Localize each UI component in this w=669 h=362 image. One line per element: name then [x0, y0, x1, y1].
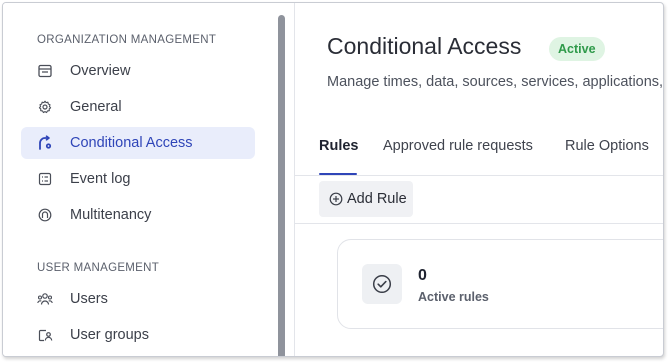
- app-window: ORGANIZATION MANAGEMENT Overview General…: [2, 2, 664, 357]
- sidebar-item-user-groups[interactable]: User groups: [21, 319, 255, 351]
- sidebar-item-label: Conditional Access: [70, 135, 193, 151]
- page-subtitle: Manage times, data, sources, services, a…: [327, 74, 664, 90]
- tab-rules[interactable]: Rules: [319, 138, 359, 154]
- sidebar-item-label: General: [70, 99, 122, 115]
- sidebar-item-label: Users: [70, 291, 108, 307]
- sidebar-item-label: Overview: [70, 63, 131, 79]
- tab-rule-options[interactable]: Rule Options: [565, 138, 649, 154]
- check-circle-icon: [362, 264, 402, 304]
- multitenancy-icon: [37, 207, 53, 223]
- users-icon: [37, 291, 53, 307]
- gear-icon: [37, 99, 53, 115]
- sidebar-item-users[interactable]: Users: [21, 283, 255, 315]
- sidebar-scrollbar[interactable]: [278, 15, 285, 356]
- sidebar-item-general[interactable]: General: [21, 91, 255, 123]
- sidebar-item-label: Event log: [70, 171, 131, 187]
- section-title-user-management: USER MANAGEMENT: [37, 262, 160, 274]
- section-title-organization: ORGANIZATION MANAGEMENT: [37, 34, 217, 46]
- page-title: Conditional Access: [327, 33, 522, 59]
- sidebar-item-multitenancy[interactable]: Multitenancy: [21, 199, 255, 231]
- toolbar-divider: [295, 223, 663, 224]
- plus-circle-icon: [329, 192, 343, 206]
- conditional-access-icon: [37, 135, 53, 151]
- tab-approved-rule-requests[interactable]: Approved rule requests: [383, 138, 533, 154]
- add-rule-button[interactable]: Add Rule: [319, 181, 413, 217]
- status-badge: Active: [549, 37, 605, 61]
- overview-icon: [37, 63, 53, 79]
- sidebar-item-overview[interactable]: Overview: [21, 55, 255, 87]
- sidebar: ORGANIZATION MANAGEMENT Overview General…: [3, 3, 281, 356]
- active-rules-card: 0 Active rules: [337, 239, 663, 329]
- sidebar-item-label: Multitenancy: [70, 207, 152, 223]
- event-log-icon: [37, 171, 53, 187]
- main-content: Conditional Access Active Manage times, …: [295, 3, 663, 356]
- active-rules-count: 0: [418, 267, 427, 284]
- user-groups-icon: [37, 327, 53, 343]
- sidebar-item-event-log[interactable]: Event log: [21, 163, 255, 195]
- sidebar-item-label: User groups: [70, 327, 149, 343]
- tabs-divider: [295, 175, 663, 176]
- active-rules-label: Active rules: [418, 290, 489, 304]
- sidebar-item-conditional-access[interactable]: Conditional Access: [21, 127, 255, 159]
- add-rule-label: Add Rule: [347, 191, 407, 207]
